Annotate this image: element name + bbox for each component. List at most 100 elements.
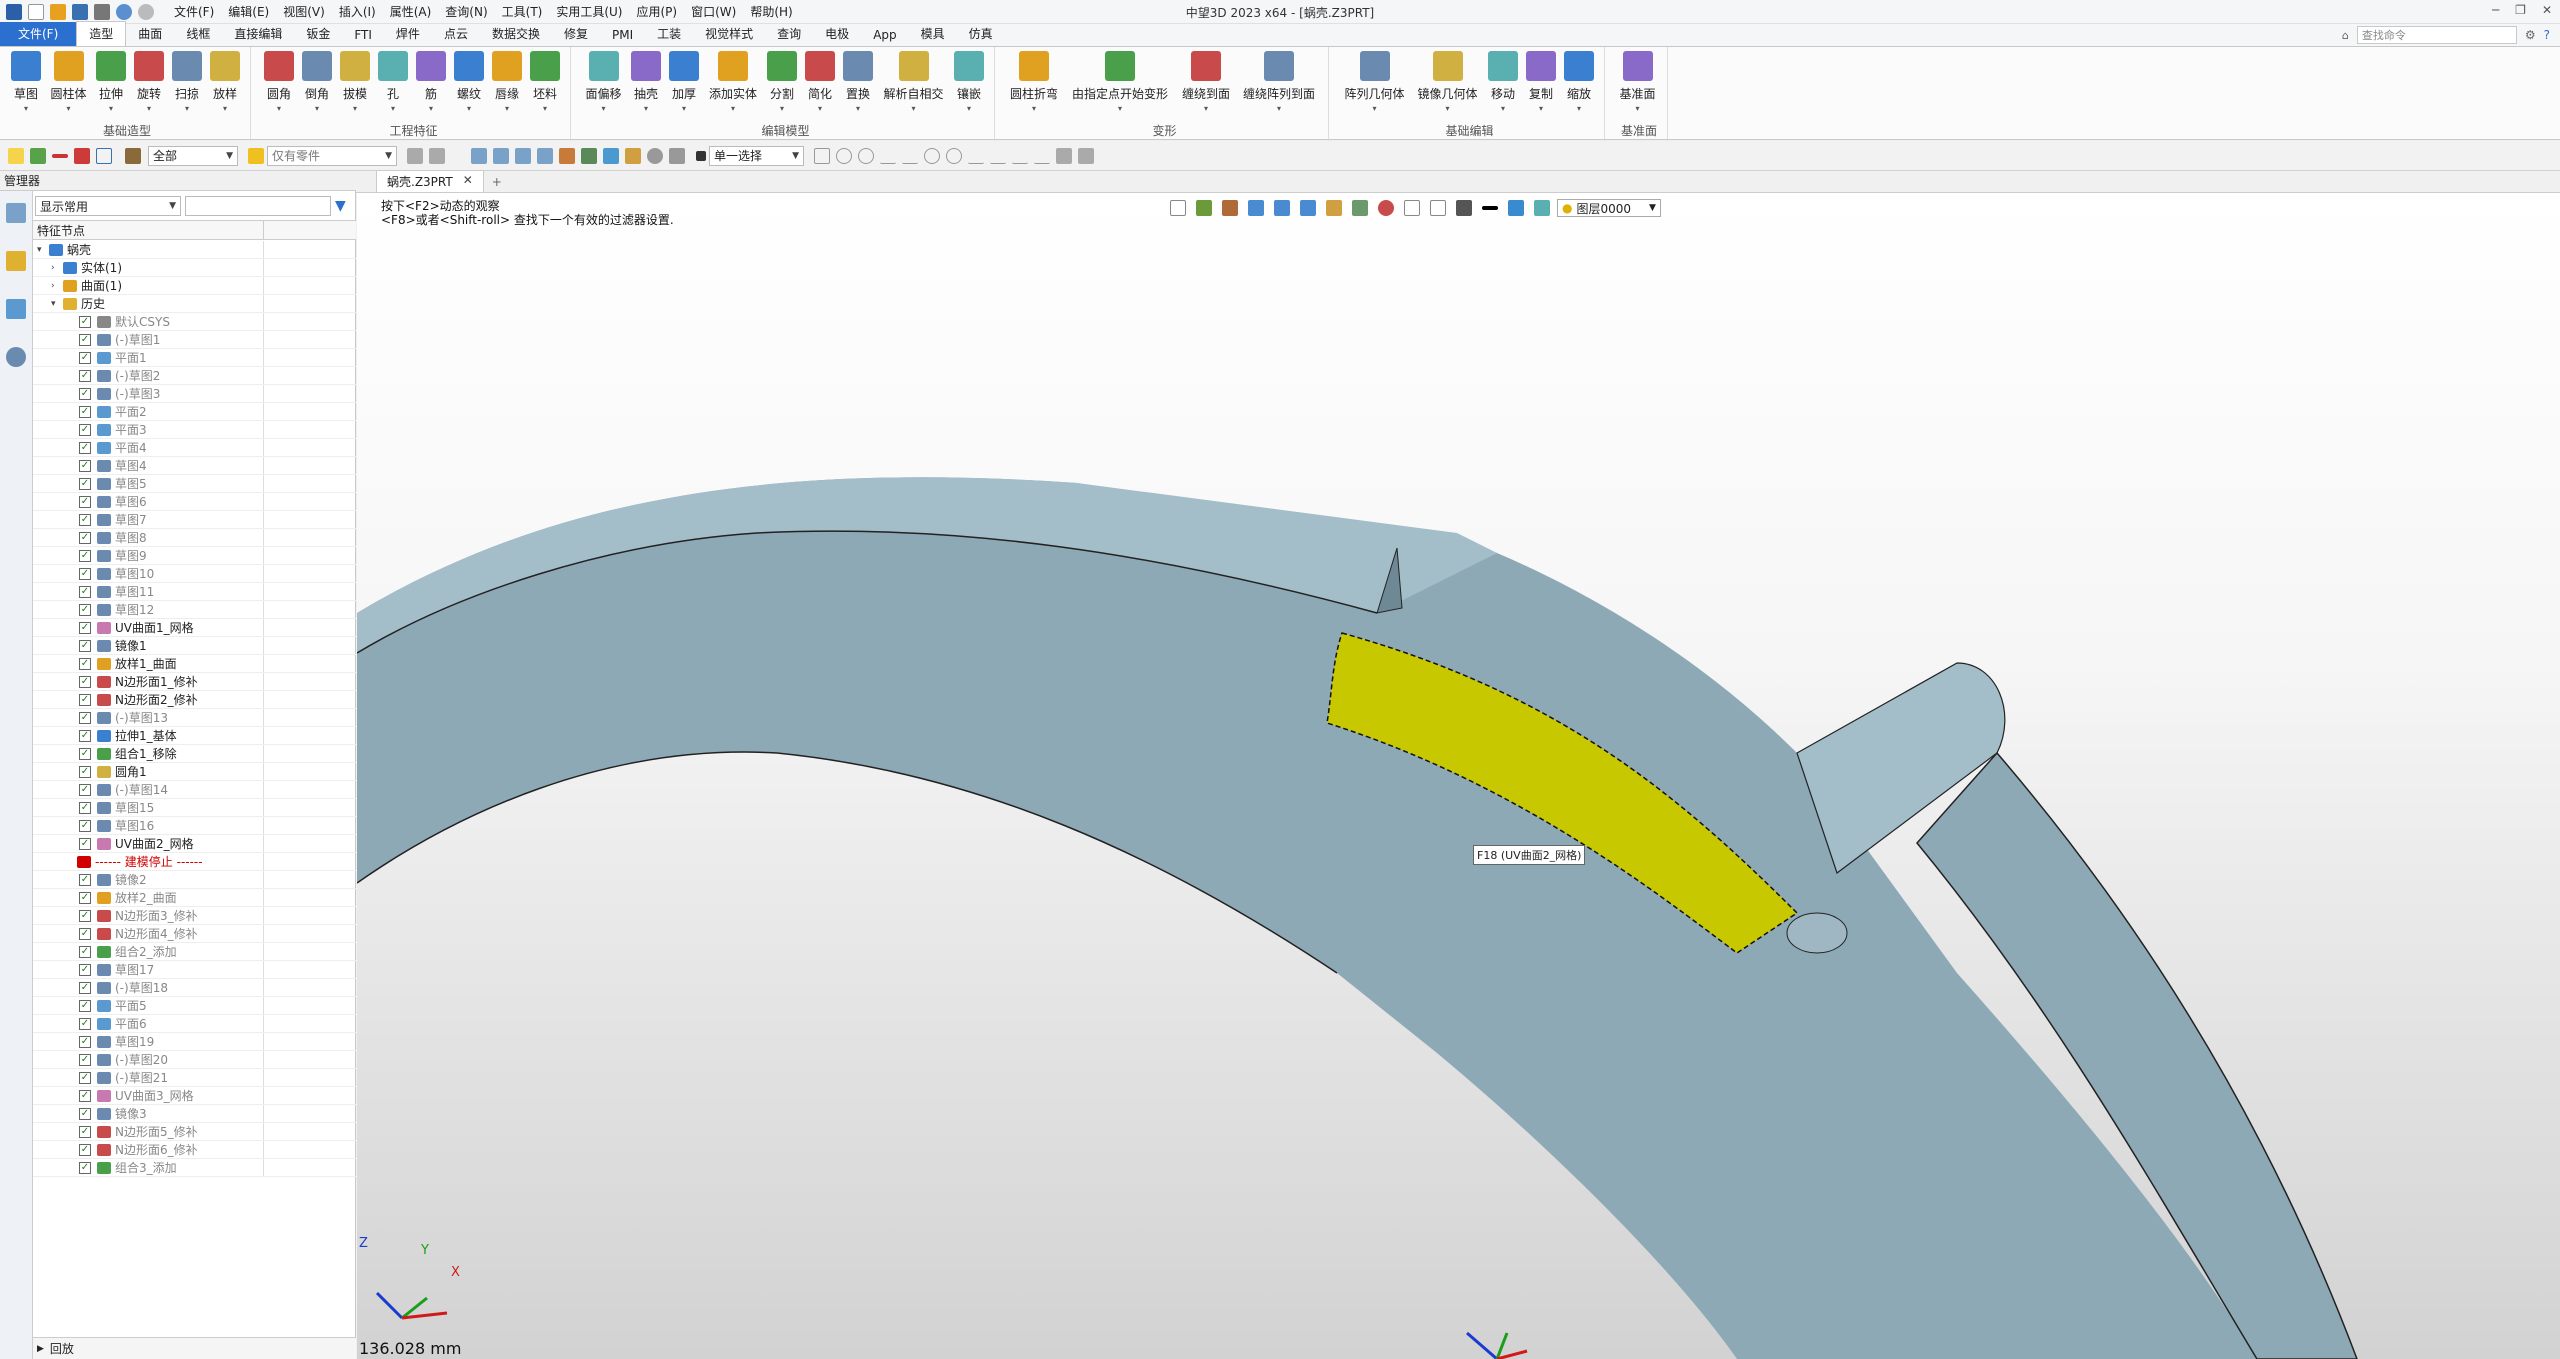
- visibility-checkbox[interactable]: ✓: [79, 1108, 91, 1120]
- ribbon-button[interactable]: 缠绕到面 ▾: [1177, 51, 1235, 113]
- curve-icon-9[interactable]: [990, 148, 1006, 164]
- tree-row[interactable]: ✓ 镜像1: [33, 637, 356, 655]
- tree-row[interactable]: ✓ 平面1: [33, 349, 356, 367]
- ribbon-button[interactable]: 由指定点开始变形 ▾: [1065, 51, 1175, 113]
- ribbon-tab[interactable]: 钣金: [294, 22, 342, 46]
- visibility-checkbox[interactable]: ✓: [79, 676, 91, 688]
- ribbon-button[interactable]: 置换 ▾: [840, 51, 876, 113]
- visibility-checkbox[interactable]: ✓: [79, 730, 91, 742]
- tree-row[interactable]: ✓ UV曲面3_网格: [33, 1087, 356, 1105]
- select-mode-icon[interactable]: [696, 150, 706, 161]
- ribbon-button[interactable]: 加厚 ▾: [666, 51, 702, 113]
- tree-row[interactable]: ✓ 组合2_添加: [33, 943, 356, 961]
- ribbon-button[interactable]: 扫掠 ▾: [169, 51, 205, 113]
- dropdown-arrow-icon[interactable]: ▾: [93, 104, 129, 113]
- view-icon-11[interactable]: [1430, 200, 1446, 216]
- visibility-checkbox[interactable]: ✓: [79, 388, 91, 400]
- funnel-icon[interactable]: ▼: [335, 198, 346, 214]
- ribbon-button[interactable]: 拉伸 ▾: [93, 51, 129, 113]
- ribbon-button[interactable]: 分割 ▾: [764, 51, 800, 113]
- ribbon-button[interactable]: 移动 ▾: [1485, 51, 1521, 113]
- tree-row[interactable]: › 曲面(1): [33, 277, 356, 295]
- ribbon-button[interactable]: 缠绕阵列到面 ▾: [1237, 51, 1321, 113]
- visibility-checkbox[interactable]: ✓: [79, 640, 91, 652]
- tree-row[interactable]: ✓ UV曲面2_网格: [33, 835, 356, 853]
- tree-row[interactable]: ✓ 草图10: [33, 565, 356, 583]
- remove-icon[interactable]: [52, 153, 68, 158]
- replay-bar[interactable]: ▶ 回放: [33, 1337, 356, 1359]
- curve-icon-7[interactable]: [946, 147, 962, 164]
- curve-icon-8[interactable]: [968, 148, 984, 164]
- visibility-checkbox[interactable]: ✓: [79, 748, 91, 760]
- dropdown-arrow-icon[interactable]: ▾: [413, 104, 449, 113]
- color-icon[interactable]: [1508, 200, 1524, 216]
- entity-icon-2[interactable]: [493, 147, 509, 164]
- visibility-checkbox[interactable]: ✓: [79, 892, 91, 904]
- dropdown-arrow-icon[interactable]: ▾: [951, 104, 987, 113]
- visibility-checkbox[interactable]: ✓: [79, 928, 91, 940]
- view-icon-12[interactable]: [1456, 200, 1472, 216]
- ribbon-button[interactable]: 简化 ▾: [802, 51, 838, 113]
- visibility-checkbox[interactable]: ✓: [79, 946, 91, 958]
- visibility-checkbox[interactable]: ✓: [79, 334, 91, 346]
- visibility-checkbox[interactable]: ✓: [79, 1018, 91, 1030]
- ribbon-tab[interactable]: App: [861, 25, 908, 46]
- select-mode-select[interactable]: 单一选择 ▼: [709, 145, 804, 166]
- tree-row[interactable]: ✓ 镜像3: [33, 1105, 356, 1123]
- visibility-checkbox[interactable]: ✓: [79, 766, 91, 778]
- open-file-icon[interactable]: [50, 3, 66, 20]
- tree-search-input[interactable]: [185, 196, 331, 216]
- view-icon-3[interactable]: [1222, 200, 1238, 216]
- view-icon-8[interactable]: [1352, 200, 1368, 216]
- dropdown-arrow-icon[interactable]: ▾: [1065, 104, 1175, 113]
- ribbon-tab[interactable]: 直接编辑: [222, 22, 294, 46]
- tree-row[interactable]: ✓ 草图19: [33, 1033, 356, 1051]
- dropdown-arrow-icon[interactable]: ▾: [1339, 104, 1410, 113]
- curve-icon-6[interactable]: [924, 147, 940, 164]
- entity-icon-6[interactable]: [581, 147, 597, 164]
- visibility-checkbox[interactable]: ✓: [79, 622, 91, 634]
- dropdown-arrow-icon[interactable]: ▾: [1237, 104, 1321, 113]
- pick-icon[interactable]: [8, 147, 24, 164]
- menu-item[interactable]: 帮助(H): [750, 3, 792, 20]
- curve-icon-11[interactable]: [1034, 148, 1050, 164]
- tree-row[interactable]: ✓ 平面3: [33, 421, 356, 439]
- dropdown-arrow-icon[interactable]: ▾: [207, 104, 243, 113]
- visibility-checkbox[interactable]: ✓: [79, 514, 91, 526]
- visibility-checkbox[interactable]: ✓: [79, 712, 91, 724]
- ribbon-button[interactable]: 唇缘 ▾: [489, 51, 525, 113]
- dropdown-arrow-icon[interactable]: ▾: [581, 104, 626, 113]
- visibility-checkbox[interactable]: ✓: [79, 1000, 91, 1012]
- view-icon-6[interactable]: [1300, 200, 1316, 216]
- visibility-checkbox[interactable]: ✓: [79, 496, 91, 508]
- dropdown-arrow-icon[interactable]: ▾: [131, 104, 167, 113]
- entity-icon-10[interactable]: [669, 147, 685, 164]
- help-icon[interactable]: ?: [2544, 28, 2550, 42]
- visibility-checkbox[interactable]: ✓: [79, 1090, 91, 1102]
- tree-row[interactable]: ✓ 草图11: [33, 583, 356, 601]
- curve-icon-1[interactable]: [814, 147, 830, 164]
- view-icon-7[interactable]: [1326, 200, 1342, 216]
- tree-row[interactable]: ✓ N边形面1_修补: [33, 673, 356, 691]
- visibility-checkbox[interactable]: ✓: [79, 568, 91, 580]
- ribbon-tab[interactable]: 线框: [174, 22, 222, 46]
- dropdown-arrow-icon[interactable]: ▾: [169, 104, 205, 113]
- tree-row[interactable]: ✓ (-)草图3: [33, 385, 356, 403]
- tree-row[interactable]: ✓ 放样2_曲面: [33, 889, 356, 907]
- dropdown-arrow-icon[interactable]: ▾: [666, 104, 702, 113]
- curve-icon-10[interactable]: [1012, 148, 1028, 164]
- ribbon-tab[interactable]: 造型: [76, 21, 127, 46]
- visibility-checkbox[interactable]: ✓: [79, 586, 91, 598]
- visibility-checkbox[interactable]: ✓: [79, 874, 91, 886]
- visibility-checkbox[interactable]: ✓: [79, 604, 91, 616]
- expand-toggle-icon[interactable]: ▾: [51, 295, 56, 313]
- tree-row[interactable]: › 实体(1): [33, 259, 356, 277]
- print-icon[interactable]: [94, 3, 110, 20]
- close-icon[interactable]: ✕: [2542, 3, 2552, 17]
- entity-icon-7[interactable]: [603, 147, 619, 164]
- view-tab-icon[interactable]: [6, 299, 26, 319]
- visibility-checkbox[interactable]: ✓: [79, 820, 91, 832]
- model-canvas[interactable]: [357, 193, 2560, 1359]
- expand-toggle-icon[interactable]: ▾: [37, 241, 42, 259]
- tree-row[interactable]: ✓ 圆角1: [33, 763, 356, 781]
